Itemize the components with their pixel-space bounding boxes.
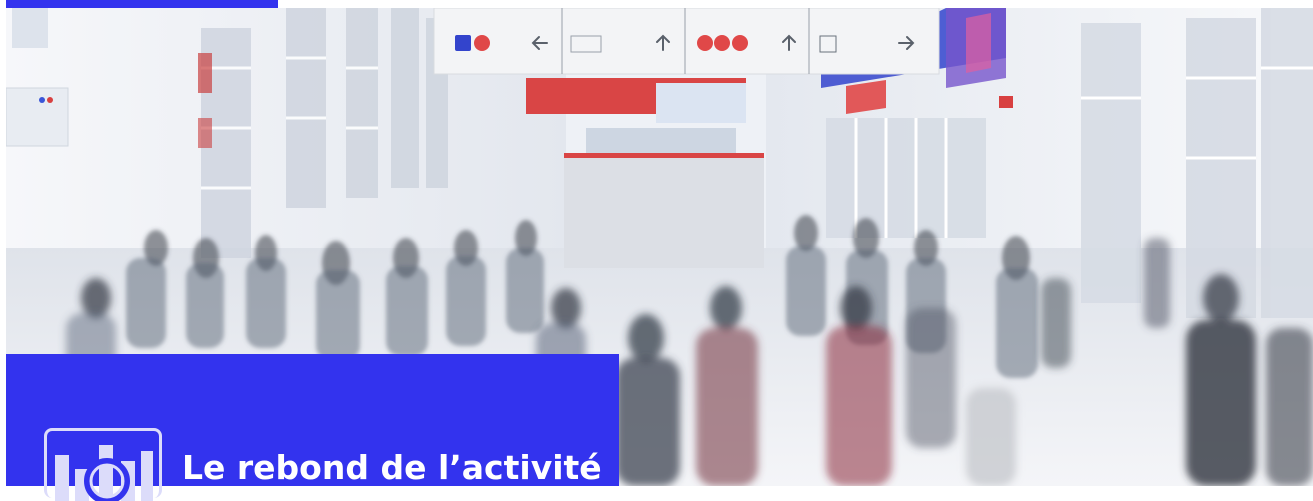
headline-banner: Le rebond de l’activité: [6, 354, 619, 501]
activity-chart-icon: [44, 428, 162, 501]
top-accent-bar: [6, 0, 278, 8]
page-title: Le rebond de l’activité: [182, 448, 602, 487]
